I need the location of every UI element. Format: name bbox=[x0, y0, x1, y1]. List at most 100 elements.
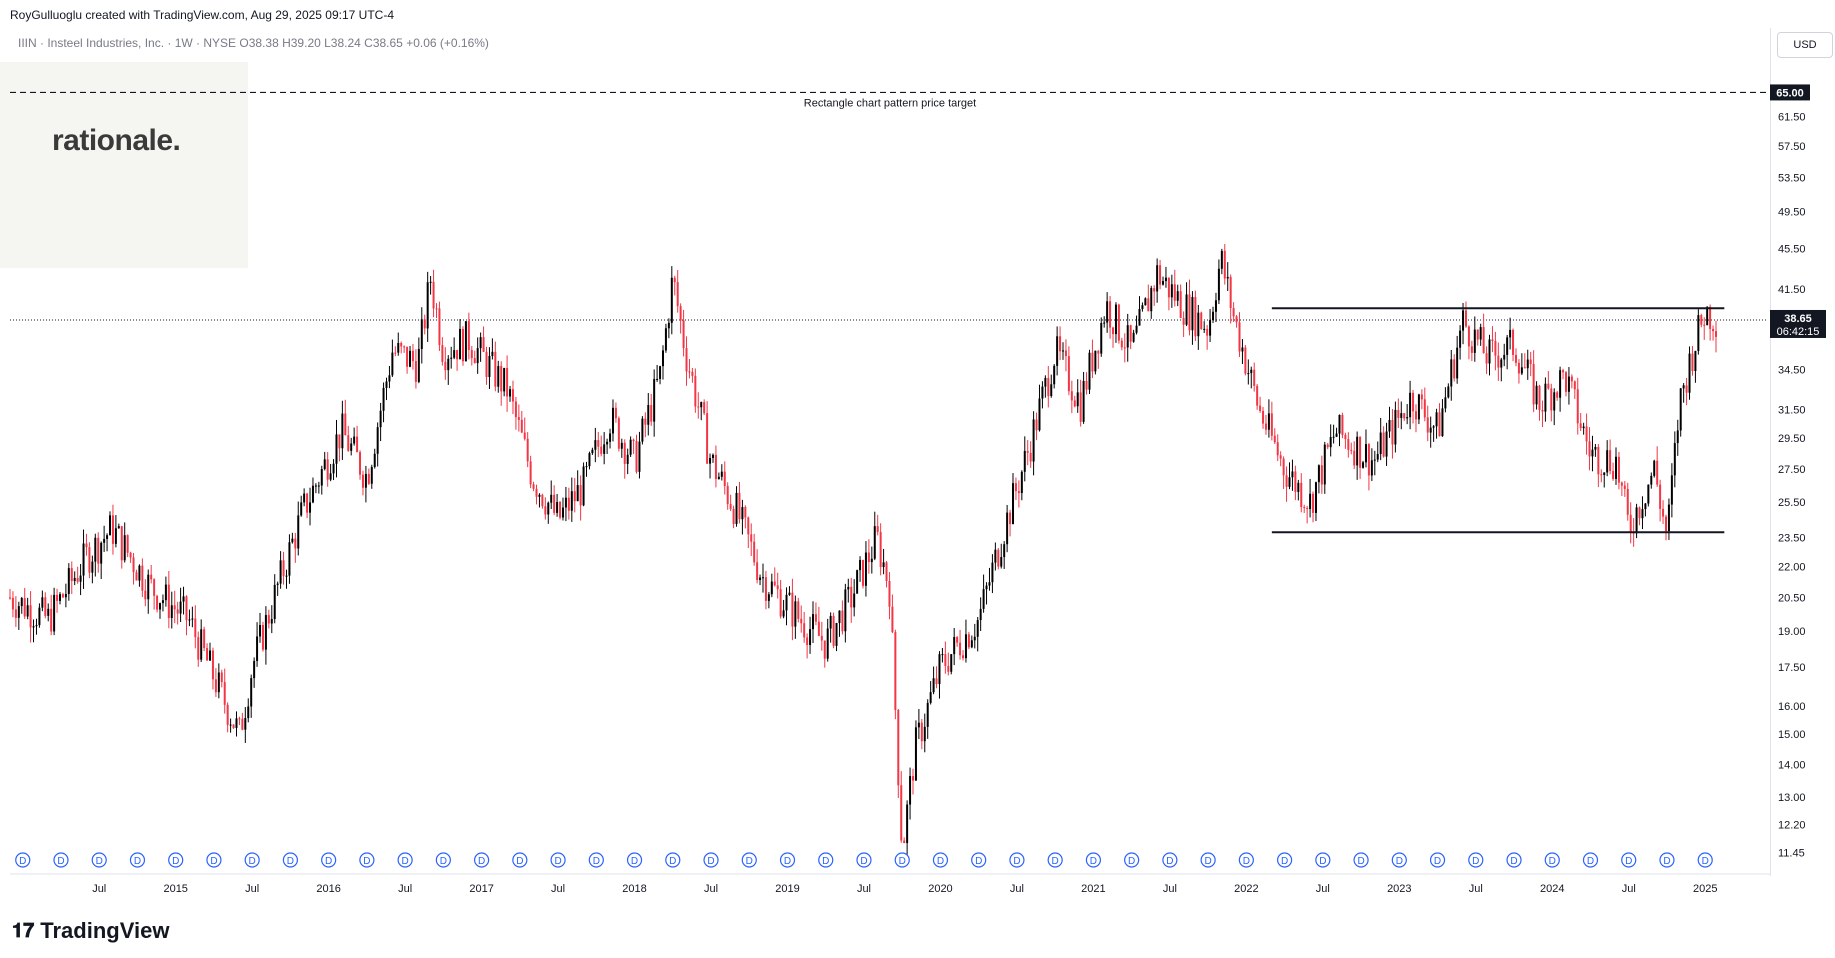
candle-body bbox=[70, 568, 73, 582]
candle-body bbox=[1270, 413, 1273, 436]
candle-body bbox=[1635, 507, 1638, 534]
candle-body bbox=[517, 417, 520, 420]
candle-body bbox=[1032, 419, 1035, 462]
candle-body bbox=[794, 601, 797, 627]
candle-body bbox=[859, 559, 862, 571]
candle-body bbox=[1059, 336, 1062, 352]
candle-body bbox=[909, 776, 912, 805]
candle-body bbox=[779, 589, 782, 617]
candle-body bbox=[1179, 291, 1182, 318]
candle-body bbox=[1223, 250, 1226, 279]
candle-body bbox=[891, 606, 894, 633]
dividend-marker-letter: D bbox=[1663, 856, 1670, 867]
candle-body bbox=[682, 320, 685, 349]
candle-body bbox=[420, 319, 423, 350]
candle-body bbox=[1273, 435, 1276, 443]
candle-body bbox=[1332, 436, 1335, 438]
candle-body bbox=[1341, 414, 1344, 435]
price-tick-label: 34.50 bbox=[1778, 365, 1806, 377]
candle-body bbox=[1220, 250, 1223, 269]
candle-body bbox=[1409, 392, 1412, 418]
candle-body bbox=[1467, 326, 1470, 347]
dividend-marker-letter: D bbox=[1587, 856, 1594, 867]
candle-body bbox=[703, 402, 706, 414]
candle-body bbox=[364, 473, 367, 488]
candle-body bbox=[1550, 388, 1553, 411]
candle-body bbox=[1109, 301, 1112, 328]
candle-body bbox=[503, 367, 506, 392]
candle-body bbox=[741, 507, 744, 520]
candle-body bbox=[1003, 544, 1006, 558]
candle-body bbox=[570, 491, 573, 511]
candle-body bbox=[459, 328, 462, 360]
candle-body bbox=[532, 484, 535, 489]
candle-body bbox=[311, 485, 314, 503]
price-tick-label: 22.00 bbox=[1778, 562, 1806, 574]
candle-body bbox=[1120, 340, 1123, 348]
price-chart[interactable]: 11.45 12.20 13.00 14.00 15.00 16.00 17.50 19.00… bbox=[0, 0, 1835, 958]
candle-body bbox=[879, 532, 882, 568]
candle-body bbox=[941, 654, 944, 656]
candle-body bbox=[223, 682, 226, 705]
candle-body bbox=[1697, 315, 1700, 351]
candle-body bbox=[1123, 347, 1126, 349]
candle-body bbox=[950, 654, 953, 672]
candle-body bbox=[20, 598, 23, 607]
candle-body bbox=[1144, 298, 1147, 306]
candle-body bbox=[847, 586, 850, 590]
candle-body bbox=[529, 461, 532, 485]
candle-body bbox=[982, 589, 985, 609]
candle-body bbox=[194, 618, 197, 638]
candle-body bbox=[206, 648, 209, 661]
candle-body bbox=[988, 582, 991, 586]
price-tick-label: 61.50 bbox=[1778, 112, 1806, 124]
candle-body bbox=[438, 308, 441, 346]
candle-body bbox=[217, 672, 220, 693]
dividend-marker-letter: D bbox=[1510, 856, 1517, 867]
candle-body bbox=[1262, 410, 1265, 424]
candle-body bbox=[23, 598, 26, 617]
candle-body bbox=[656, 378, 659, 380]
candle-body bbox=[761, 577, 764, 579]
dividend-marker-letter: D bbox=[134, 856, 141, 867]
candle-body bbox=[882, 562, 885, 568]
dividend-marker-letter: D bbox=[210, 856, 217, 867]
candle-body bbox=[1544, 383, 1547, 412]
candle-body bbox=[164, 584, 167, 601]
candle-body bbox=[1041, 386, 1044, 399]
candle-body bbox=[1535, 385, 1538, 405]
candle-body bbox=[138, 565, 141, 581]
candle-body bbox=[238, 718, 241, 720]
candle-body bbox=[832, 615, 835, 646]
candle-body bbox=[767, 594, 770, 601]
watermark-text: TradingView bbox=[40, 918, 170, 943]
candle-body bbox=[1685, 385, 1688, 393]
candle-body bbox=[44, 597, 47, 616]
candle-body bbox=[1559, 370, 1562, 398]
candle-body bbox=[1135, 325, 1138, 333]
candle-body bbox=[511, 389, 514, 402]
candle-body bbox=[938, 654, 941, 685]
candle-body bbox=[1267, 413, 1270, 430]
candle-body bbox=[332, 463, 335, 474]
candle-body bbox=[1035, 419, 1038, 431]
candle-body bbox=[1344, 434, 1347, 440]
candle-body bbox=[1023, 450, 1026, 472]
candle-body bbox=[1453, 359, 1456, 379]
candle-body bbox=[1017, 491, 1020, 494]
candle-body bbox=[694, 375, 697, 407]
time-tick-label: 2018 bbox=[622, 883, 646, 895]
candle-body bbox=[117, 526, 120, 529]
candle-body bbox=[41, 597, 44, 608]
candle-body bbox=[1614, 456, 1617, 479]
candle-body bbox=[309, 502, 312, 513]
candle-body bbox=[1167, 277, 1170, 298]
price-tick-label: 12.20 bbox=[1778, 820, 1806, 832]
candle-body bbox=[870, 558, 873, 563]
candle-body bbox=[1617, 456, 1620, 483]
candle-body bbox=[1364, 444, 1367, 463]
candle-body bbox=[176, 609, 179, 614]
candle-body bbox=[488, 355, 491, 378]
candle-body bbox=[356, 436, 359, 453]
candle-body bbox=[1014, 483, 1017, 492]
